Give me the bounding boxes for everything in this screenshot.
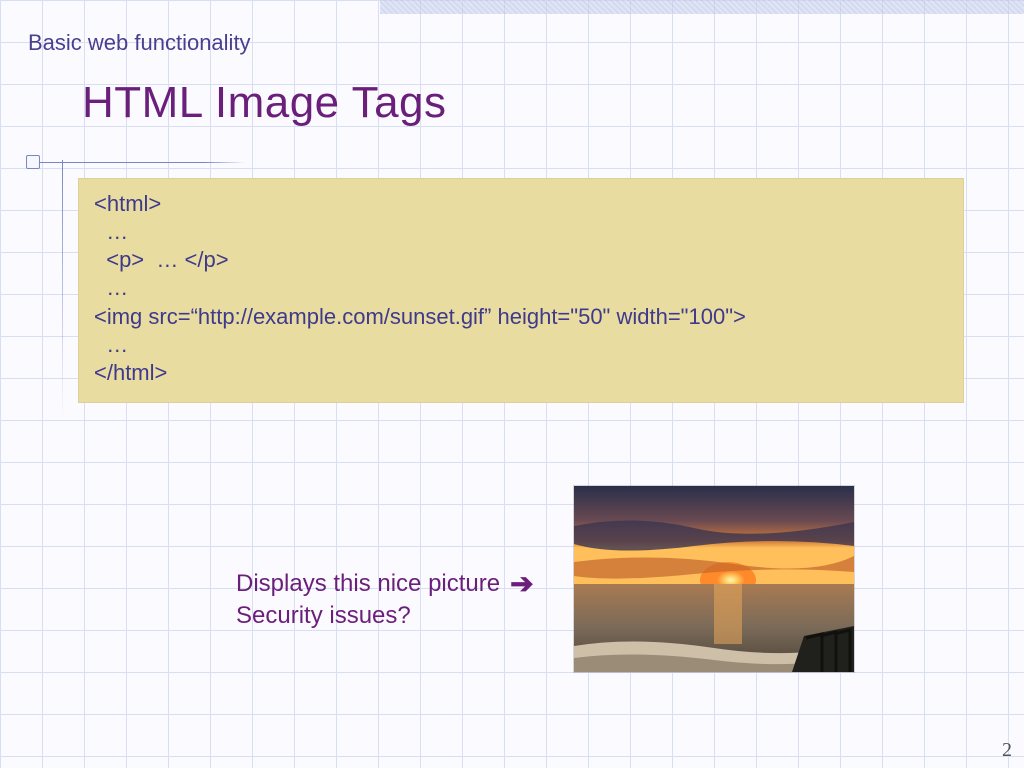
- vertical-stem: [62, 160, 63, 420]
- code-line: <img src=“http://example.com/sunset.gif”…: [94, 303, 948, 331]
- code-line: …: [94, 331, 948, 359]
- sunset-image: [574, 486, 854, 672]
- breadcrumb: Basic web functionality: [28, 30, 251, 56]
- title-rule: [26, 154, 246, 174]
- code-line: </html>: [94, 359, 948, 387]
- rule-square-icon: [26, 155, 40, 169]
- rule-line: [40, 162, 246, 163]
- code-line: …: [94, 274, 948, 302]
- page-title: HTML Image Tags: [82, 78, 447, 128]
- code-line: <html>: [94, 190, 948, 218]
- page-number: 2: [1002, 739, 1012, 762]
- caption-block: Displays this nice picture ➔ Security is…: [236, 568, 534, 633]
- code-box: <html> … <p> … </p> … <img src=“http://e…: [78, 178, 964, 403]
- decorative-top-band: [380, 0, 1024, 14]
- caption-line-1: Displays this nice picture: [236, 568, 500, 600]
- code-line: …: [94, 218, 948, 246]
- caption-line-2: Security issues?: [236, 600, 534, 632]
- code-line: <p> … </p>: [94, 246, 948, 274]
- arrow-right-icon: ➔: [510, 570, 533, 598]
